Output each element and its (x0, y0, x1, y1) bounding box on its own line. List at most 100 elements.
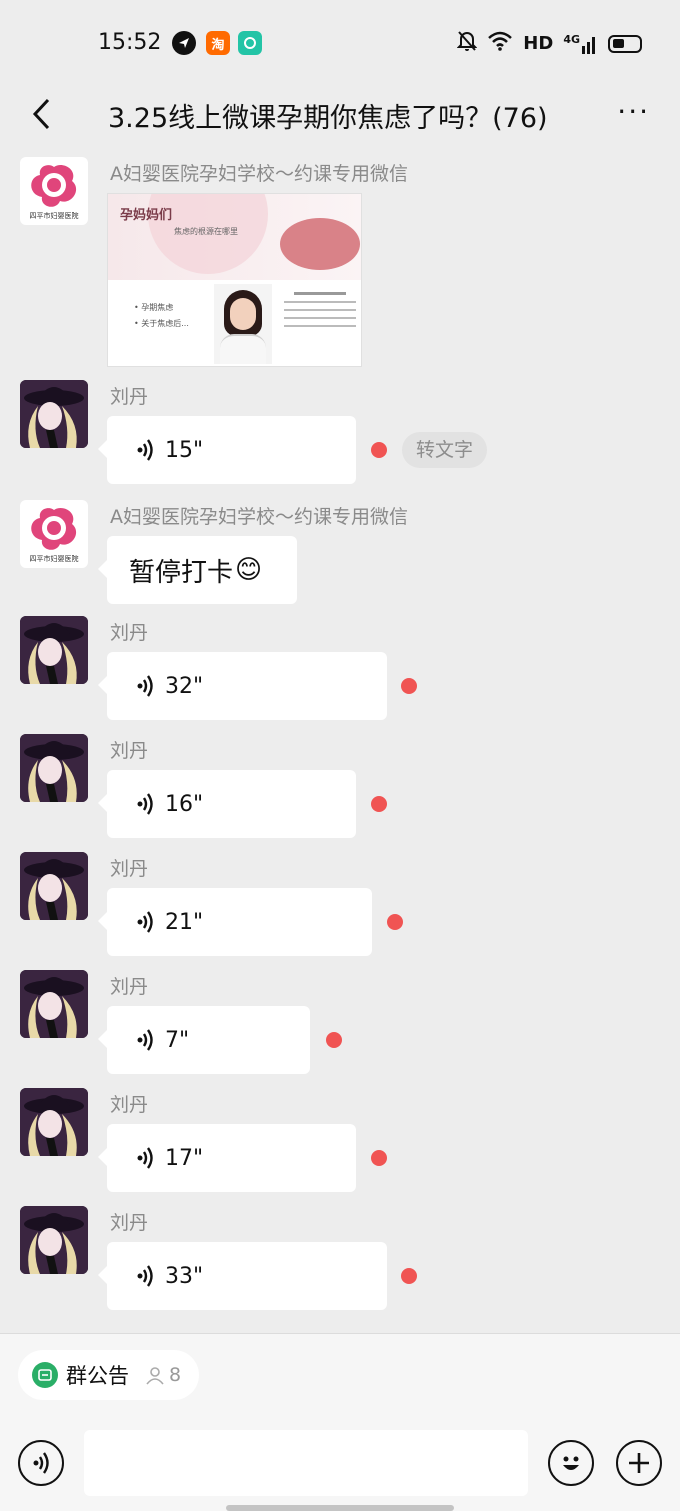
voice-wave-icon (137, 793, 153, 815)
unread-dot (326, 1032, 342, 1048)
hospital-logo-icon (31, 164, 77, 207)
message-item: 刘丹 21" (0, 852, 680, 962)
sender-name: 刘丹 (110, 858, 149, 880)
voice-wave-icon (137, 911, 153, 933)
image-slide-top: 孕妈妈们 焦虑的根源在哪里 (108, 194, 361, 280)
chevron-left-icon (32, 98, 50, 130)
user-avatar-icon (20, 616, 88, 684)
voice-wave-icon (137, 1265, 153, 1287)
voice-message-bubble[interactable]: 21" (98, 888, 372, 956)
voice-duration: 15" (165, 437, 204, 463)
battery-icon (608, 34, 642, 53)
voice-duration: 33" (165, 1263, 204, 1289)
user-avatar-icon (20, 1206, 88, 1274)
input-toolbar (0, 1430, 680, 1500)
message-item: 刘丹 17" (0, 1088, 680, 1198)
mute-bell-icon (456, 30, 478, 57)
unread-dot (371, 796, 387, 812)
voice-message-bubble[interactable]: 7" (98, 1006, 310, 1074)
chat-title: 3.25线上微课孕期你焦虑了吗？(76) (108, 103, 548, 134)
message-item: 四平市妇婴医院 A妇婴医院孕妇学校～约课专用微信 孕妈妈们 焦虑的根源在哪里 •… (0, 157, 680, 372)
voice-wave-icon (137, 675, 153, 697)
avatar[interactable]: 四平市妇婴医院 (20, 157, 88, 225)
message-item: 刘丹 32" (0, 616, 680, 726)
avatar[interactable] (20, 734, 88, 802)
unread-dot (371, 1150, 387, 1166)
wifi-icon (487, 31, 513, 56)
more-functions-button[interactable] (616, 1440, 662, 1486)
voice-duration: 21" (165, 909, 204, 935)
notice-reader-count: 8 (145, 1364, 181, 1386)
chat-footer: 群公告 8 (0, 1333, 680, 1511)
avatar[interactable] (20, 1206, 88, 1274)
group-notice-button[interactable]: 群公告 8 (18, 1350, 200, 1400)
voice-duration: 7" (165, 1027, 190, 1053)
avatar[interactable] (20, 1088, 88, 1156)
chat-header: 3.25线上微课孕期你焦虑了吗？(76) ··· (0, 88, 680, 144)
voice-message-bubble[interactable]: 15" (98, 416, 356, 484)
voice-message-bubble[interactable]: 32" (98, 652, 387, 720)
signal-icon: 4G (563, 34, 598, 54)
chat-app-icon (238, 31, 262, 55)
navigation-icon (172, 31, 196, 55)
voice-wave-icon (137, 1147, 153, 1169)
voice-message-bubble[interactable]: 17" (98, 1124, 356, 1192)
avatar[interactable]: 四平市妇婴医院 (20, 500, 88, 568)
user-avatar-icon (20, 970, 88, 1038)
slide-subheading: 焦虑的根源在哪里 (174, 227, 238, 236)
voice-duration: 16" (165, 791, 204, 817)
slide-text-block (284, 288, 356, 348)
sender-name: A妇婴医院孕妇学校～约课专用微信 (110, 506, 408, 528)
text-message-bubble[interactable]: 暂停打卡 😊 (98, 536, 297, 604)
voice-duration: 17" (165, 1145, 204, 1171)
unread-dot (387, 914, 403, 930)
voice-message-bubble[interactable]: 33" (98, 1242, 387, 1310)
voice-wave-icon (137, 1029, 153, 1051)
voice-input-button[interactable] (18, 1440, 64, 1486)
convert-to-text-button[interactable]: 转文字 (402, 432, 488, 468)
message-text: 暂停打卡 (129, 557, 234, 588)
message-input[interactable] (84, 1430, 528, 1496)
sender-name: 刘丹 (110, 1094, 149, 1116)
voice-message-bubble[interactable]: 16" (98, 770, 356, 838)
more-options-button[interactable]: ··· (617, 98, 650, 126)
unread-dot (401, 1268, 417, 1284)
speaker-body (220, 334, 266, 364)
home-indicator (226, 1505, 454, 1511)
slide-bullet: • 关于焦虑后... (134, 319, 189, 328)
speaker-photo (214, 284, 272, 364)
notice-count: 8 (169, 1364, 182, 1386)
sender-name: 刘丹 (110, 386, 149, 408)
image-slide-bottom: • 孕期焦虑 • 关于焦虑后... (108, 280, 361, 366)
user-avatar-icon (20, 380, 88, 448)
user-avatar-icon (20, 852, 88, 920)
emoji-icon (563, 1456, 579, 1470)
sender-name: 刘丹 (110, 1212, 149, 1234)
taobao-icon: 淘 (206, 31, 230, 55)
signal-label: 4G (563, 32, 580, 46)
avatar[interactable] (20, 852, 88, 920)
avatar[interactable] (20, 616, 88, 684)
hospital-avatar-caption: 四平市妇婴医院 (29, 212, 79, 220)
hospital-logo-icon (31, 507, 77, 550)
message-item: 刘丹 15" 转文字 (0, 380, 680, 490)
emoji-button[interactable] (548, 1440, 594, 1486)
image-message[interactable]: 孕妈妈们 焦虑的根源在哪里 • 孕期焦虑 • 关于焦虑后... (107, 193, 362, 367)
slide-circle-right (280, 218, 360, 270)
user-avatar-icon (20, 1088, 88, 1156)
group-notice-label: 群公告 (66, 1364, 129, 1388)
message-item: 刘丹 16" (0, 734, 680, 844)
slide-bullet: • 孕期焦虑 (134, 303, 174, 312)
status-time: 15:52 (98, 30, 162, 55)
avatar[interactable] (20, 380, 88, 448)
smile-emoji: 😊 (235, 555, 263, 585)
unread-dot (371, 442, 387, 458)
person-icon (146, 1367, 164, 1385)
hospital-avatar-caption: 四平市妇婴医院 (29, 555, 79, 563)
avatar[interactable] (20, 970, 88, 1038)
message-item: 刘丹 33" (0, 1206, 680, 1316)
status-right-group: HD 4G (456, 30, 642, 57)
voice-wave-icon (137, 439, 153, 461)
back-button[interactable] (22, 94, 62, 134)
unread-dot (401, 678, 417, 694)
